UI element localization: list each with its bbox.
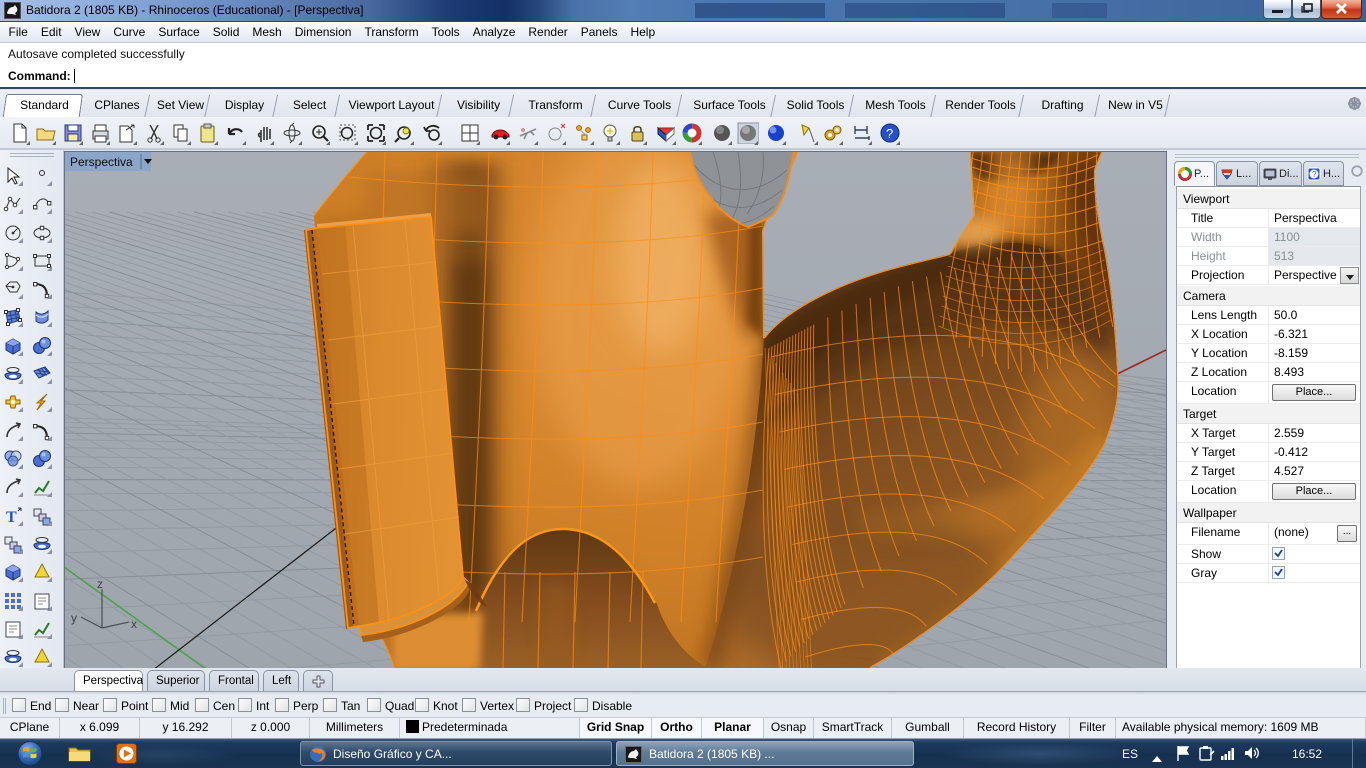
svg-text:x: x <box>131 617 137 631</box>
svg-text:T: T <box>6 509 17 526</box>
svg-text:z: z <box>97 577 103 591</box>
svg-text:?: ? <box>1312 170 1317 179</box>
svg-text:y: y <box>71 611 77 625</box>
svg-text:?: ? <box>886 126 893 141</box>
svg-text:Perspectiva: Perspectiva <box>70 155 133 169</box>
